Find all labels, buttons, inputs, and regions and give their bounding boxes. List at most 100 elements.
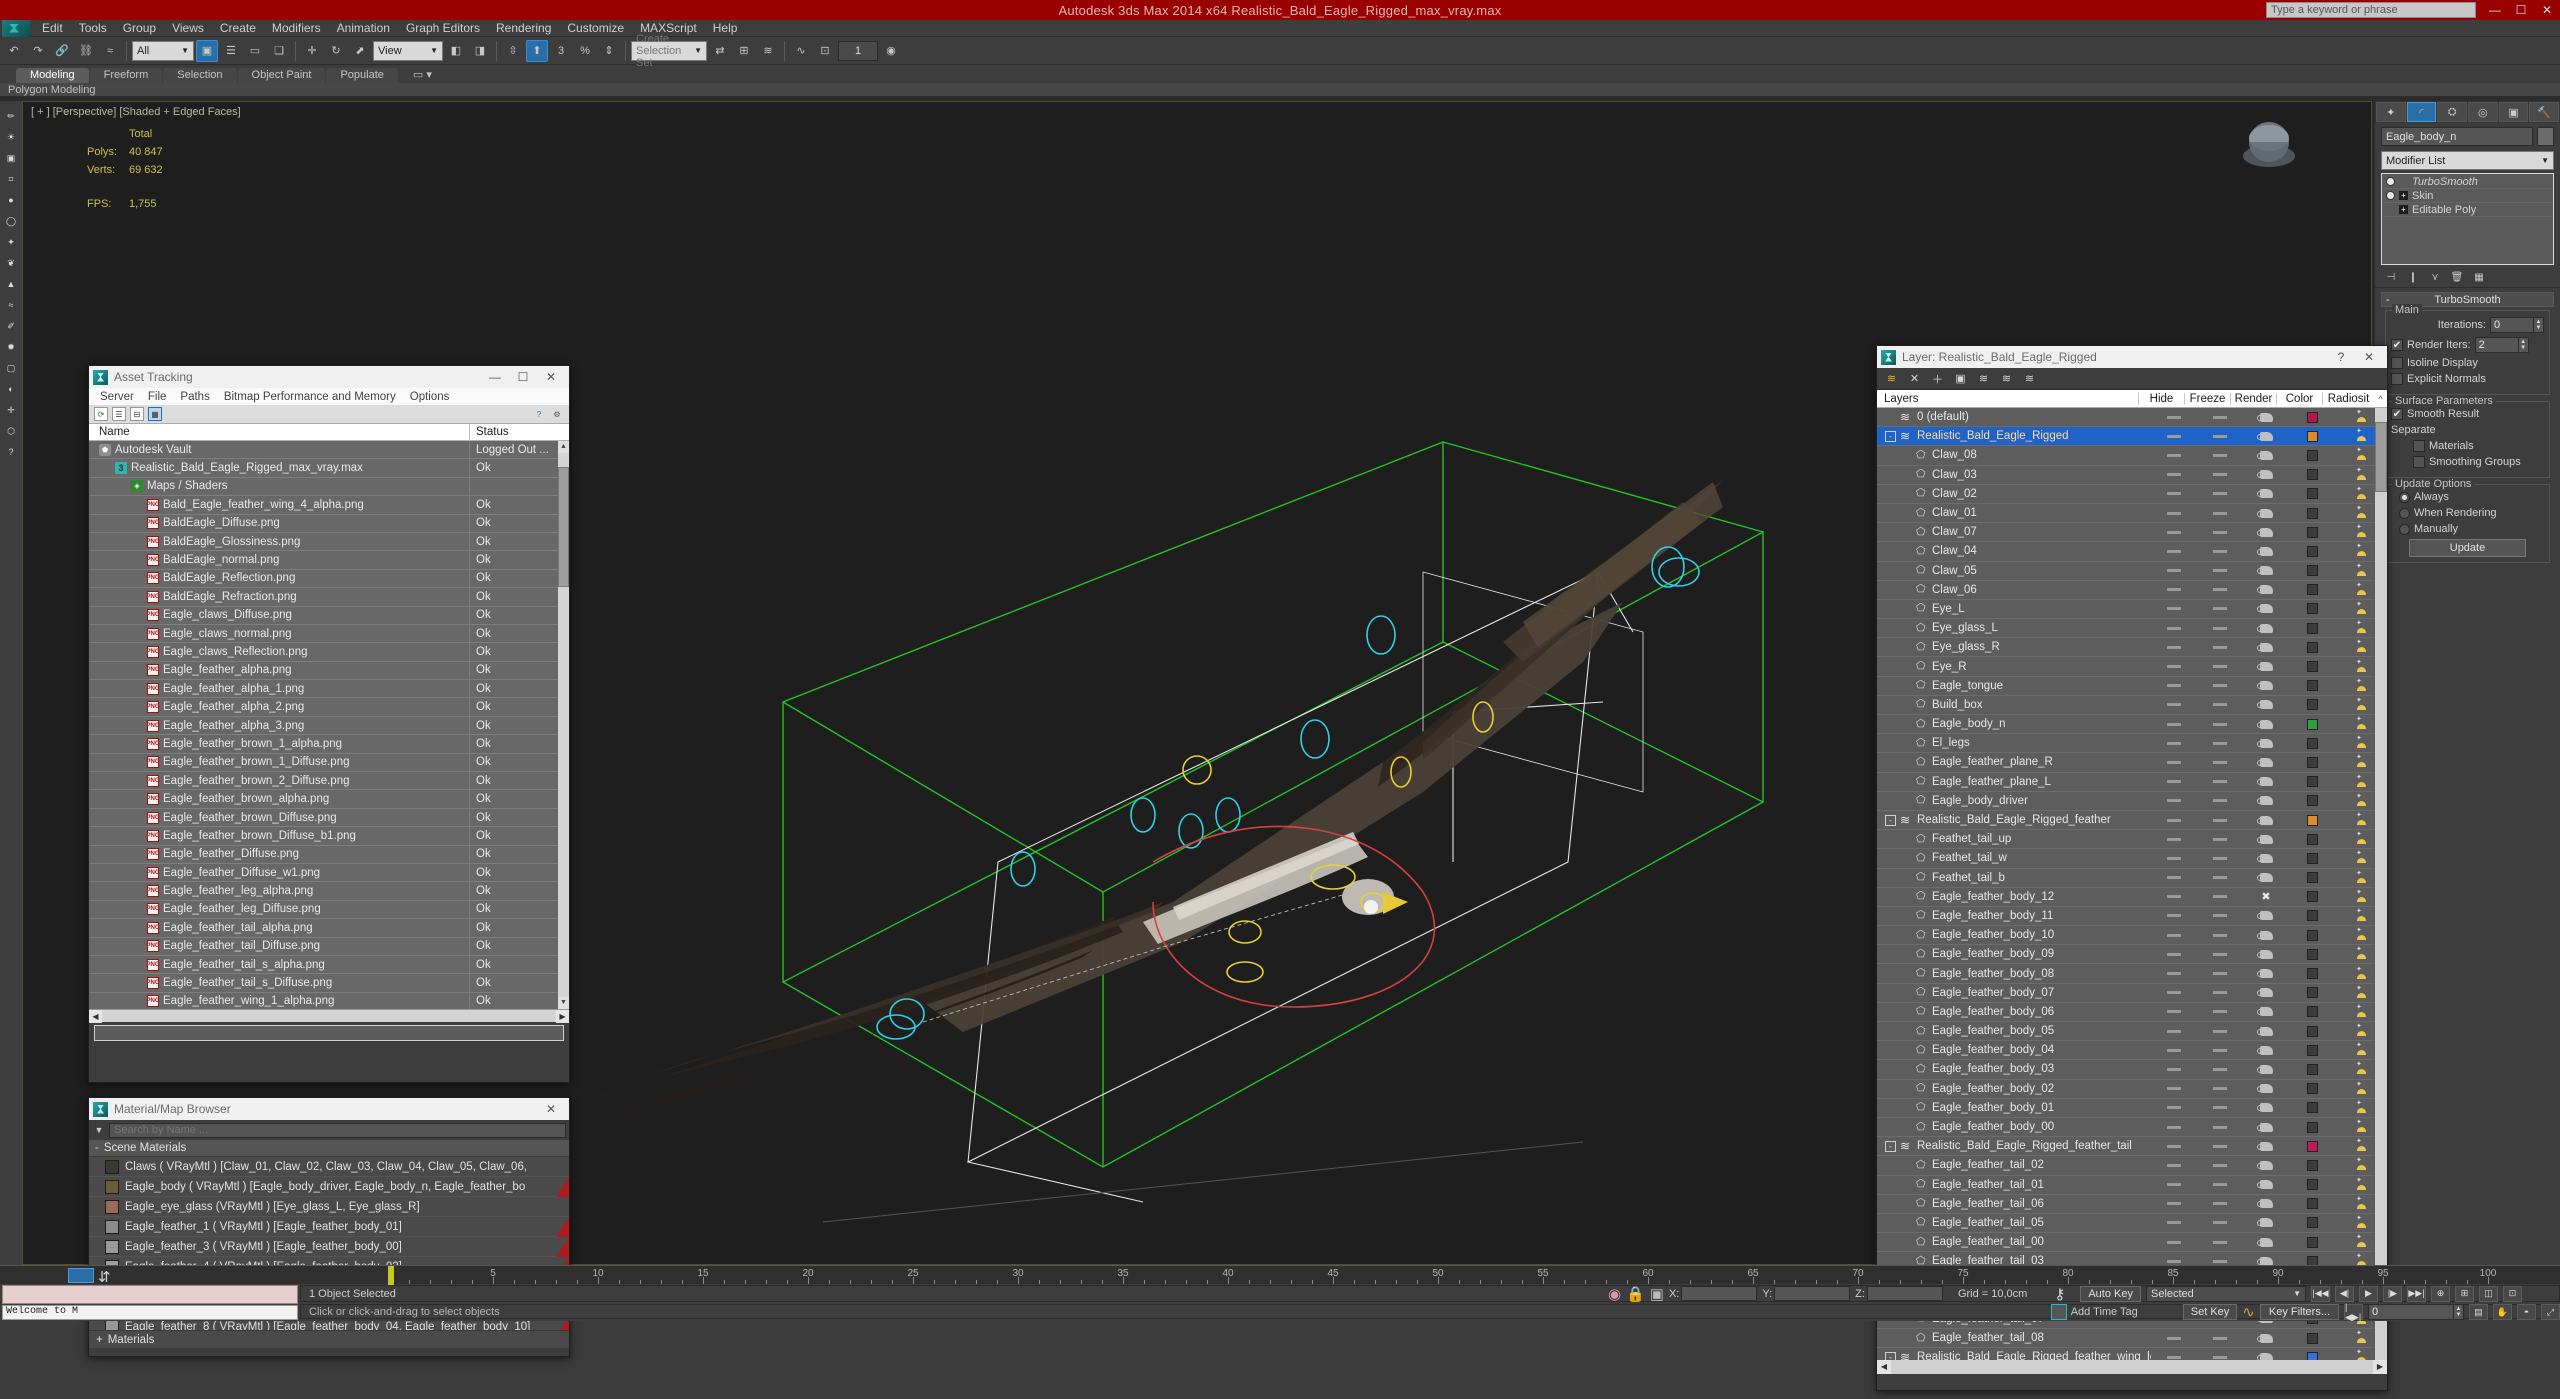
spinner-arrows-icon[interactable]: ▲ ▼ xyxy=(2518,337,2529,353)
asset-row[interactable]: PNG Eagle_feather_brown_2_Diffuse.png Ok xyxy=(89,771,569,791)
ribbon-overflow-icon[interactable]: ▭ ▾ xyxy=(398,67,446,83)
layer-freeze-cell[interactable] xyxy=(2197,734,2243,753)
layer-freeze-cell[interactable] xyxy=(2197,561,2243,580)
layer-render-cell[interactable] xyxy=(2243,1117,2289,1136)
layer-render-cell[interactable] xyxy=(2243,503,2289,522)
layer-freeze-cell[interactable] xyxy=(2197,523,2243,542)
layer-manager-dialog[interactable]: Layer: Realistic_Bald_Eagle_Rigged ? ✕ ≋… xyxy=(1876,345,2388,1391)
cube-icon[interactable]: ▢ xyxy=(2,359,20,377)
material-browser-close-button[interactable]: ✕ xyxy=(537,1099,565,1119)
layer-hide-cell[interactable] xyxy=(2151,676,2197,695)
layer-freeze-cell[interactable] xyxy=(2197,580,2243,599)
layer-row[interactable]: ⬠ Eagle_body_driver xyxy=(1877,792,2387,811)
layer-row[interactable]: - Realistic_Bald_Eagle_Rigged_feather_tai… xyxy=(1877,1137,2387,1157)
layer-color-swatch[interactable] xyxy=(2306,737,2318,749)
select-and-rotate-icon[interactable]: ↻ xyxy=(325,40,347,62)
layer-render-cell[interactable] xyxy=(2243,561,2289,580)
layer-hide-cell[interactable] xyxy=(2151,408,2197,427)
layer-hide-cell[interactable] xyxy=(2151,906,2197,925)
object-name-field[interactable] xyxy=(2381,127,2533,146)
hide-unhide-layer-icon[interactable]: ≋ xyxy=(2022,371,2037,386)
asset-tracking-vertical-scrollbar[interactable]: ▲ ▼ xyxy=(558,441,569,1009)
layer-row[interactable]: ⬠ Eagle_tongue xyxy=(1877,677,2387,696)
mirror-tool-icon[interactable]: ⇄ xyxy=(709,40,731,62)
layer-color-cell[interactable] xyxy=(2289,734,2335,753)
layer-row[interactable]: ⬠ Eagle_feather_body_12 ✖ xyxy=(1877,888,2387,907)
layer-hide-cell[interactable] xyxy=(2151,983,2197,1002)
layer-color-cell[interactable] xyxy=(2289,1079,2335,1098)
lightbulb-icon[interactable] xyxy=(2386,191,2395,200)
layer-color-cell[interactable] xyxy=(2289,1156,2335,1175)
layer-color-swatch[interactable] xyxy=(2306,814,2318,826)
layer-color-cell[interactable] xyxy=(2289,1137,2335,1156)
layer-list-vertical-scrollbar[interactable] xyxy=(2375,408,2387,1360)
layer-color-cell[interactable] xyxy=(2289,427,2335,446)
layer-freeze-cell[interactable] xyxy=(2197,1041,2243,1060)
layer-freeze-cell[interactable] xyxy=(2197,427,2243,446)
layer-hide-cell[interactable] xyxy=(2151,734,2197,753)
layer-hide-cell[interactable] xyxy=(2151,427,2197,446)
layer-row[interactable]: ⬠ Eagle_feather_body_08 xyxy=(1877,964,2387,984)
update-when-rendering-radio[interactable] xyxy=(2399,507,2410,519)
scroll-up-icon[interactable]: ▲ xyxy=(558,441,569,453)
layer-freeze-cell[interactable] xyxy=(2197,446,2243,465)
key-filter-mode-combo[interactable]: Selected ▼ xyxy=(2145,1285,2306,1302)
layer-color-swatch[interactable] xyxy=(2306,1083,2318,1095)
iterations-input[interactable] xyxy=(2490,317,2534,333)
set-key-button[interactable]: Set Key xyxy=(2182,1304,2238,1320)
remove-modifier-icon[interactable]: 🗑 xyxy=(2449,270,2465,284)
layer-render-cell[interactable] xyxy=(2243,542,2289,561)
asset-tracking-path-field[interactable] xyxy=(94,1025,564,1041)
layer-render-cell[interactable] xyxy=(2243,964,2289,983)
layer-hide-cell[interactable] xyxy=(2151,542,2197,561)
layer-color-swatch[interactable] xyxy=(2306,833,2318,845)
layer-color-cell[interactable] xyxy=(2289,523,2335,542)
layer-expander-icon[interactable]: - xyxy=(1885,1351,1896,1360)
modify-tab[interactable]: ◜ xyxy=(2406,102,2437,122)
play-button[interactable]: ▶ xyxy=(2358,1285,2378,1302)
layer-hide-cell[interactable] xyxy=(2151,503,2197,522)
asset-row[interactable]: PNG Eagle_feather_leg_Diffuse.png Ok xyxy=(89,900,569,920)
layer-color-cell[interactable] xyxy=(2289,1041,2335,1060)
at-menu-file[interactable]: File xyxy=(141,391,174,403)
drop-icon[interactable]: ◐ xyxy=(2,380,20,398)
menu-item-modifiers[interactable]: Modifiers xyxy=(264,20,329,36)
scroll-thumb[interactable] xyxy=(2375,422,2387,492)
menu-item-rendering[interactable]: Rendering xyxy=(488,20,559,36)
layer-row[interactable]: ⬠ Eagle_feather_body_09 xyxy=(1877,945,2387,965)
scroll-left-icon[interactable]: ◀ xyxy=(89,1009,102,1023)
layer-freeze-cell[interactable] xyxy=(2197,849,2243,868)
scroll-thumb[interactable] xyxy=(558,467,569,587)
leaf-icon[interactable]: ❦ xyxy=(2,254,20,272)
layer-color-swatch[interactable] xyxy=(2306,987,2318,999)
layer-freeze-cell[interactable] xyxy=(2197,830,2243,849)
smooth-result-checkbox[interactable]: ✔ xyxy=(2391,408,2403,420)
layer-hide-cell[interactable] xyxy=(2151,1329,2197,1348)
settings-icon[interactable]: ⚙ xyxy=(550,407,564,421)
layer-properties-icon[interactable]: ≋ xyxy=(1999,371,2014,386)
asset-row[interactable]: PNG Eagle_claws_Reflection.png Ok xyxy=(89,642,569,662)
sun-light-icon[interactable]: ☀ xyxy=(2,128,20,146)
layer-hide-cell[interactable] xyxy=(2151,887,2197,906)
layer-hide-cell[interactable] xyxy=(2151,484,2197,503)
layer-hide-cell[interactable] xyxy=(2151,1022,2197,1041)
material-row[interactable]: Claws ( VRayMtl ) [Claw_01, Claw_02, Cla… xyxy=(89,1157,569,1177)
layer-color-cell[interactable] xyxy=(2289,868,2335,887)
layer-render-cell[interactable] xyxy=(2243,1022,2289,1041)
delete-layer-icon[interactable]: ✕ xyxy=(1907,371,1922,386)
layer-freeze-cell[interactable] xyxy=(2197,408,2243,427)
layer-render-cell[interactable]: ✖ xyxy=(2243,887,2289,906)
layer-render-cell[interactable] xyxy=(2243,695,2289,714)
add-to-layer-icon[interactable]: ＋ xyxy=(1930,371,1945,386)
layer-color-cell[interactable] xyxy=(2289,964,2335,983)
previous-frame-button[interactable]: ◀| xyxy=(2334,1285,2354,1302)
layer-render-cell[interactable] xyxy=(2243,1079,2289,1098)
layer-render-cell[interactable] xyxy=(2243,791,2289,810)
asset-row[interactable]: PNG Eagle_feather_Diffuse.png Ok xyxy=(89,845,569,864)
layer-row[interactable]: ⬠ Eagle_feather_body_01 xyxy=(1877,1099,2387,1118)
layer-color-swatch[interactable] xyxy=(2306,929,2318,941)
layer-hide-cell[interactable] xyxy=(2151,791,2197,810)
x-coordinate-field[interactable]: X: xyxy=(1669,1286,1758,1301)
isoline-display-checkbox[interactable] xyxy=(2391,357,2403,369)
ld-col-radiosity[interactable]: Radiosit xyxy=(2322,392,2374,405)
